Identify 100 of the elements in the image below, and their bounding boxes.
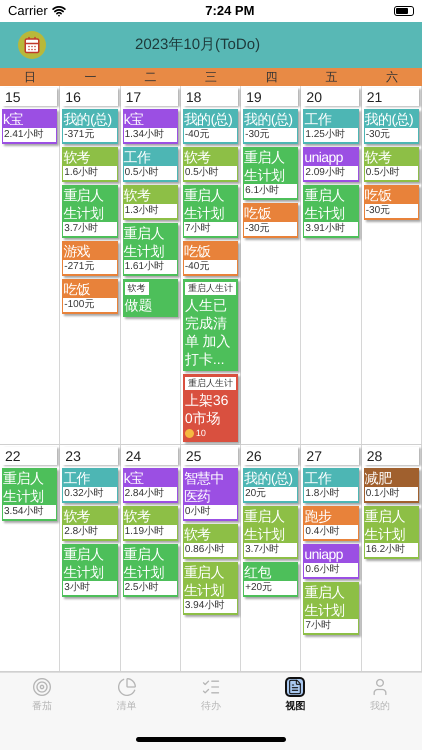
entry-card[interactable]: 软考 0.5小时	[182, 147, 238, 182]
date-label: 19	[243, 88, 298, 106]
entry-value: -30元	[364, 128, 418, 142]
entry-title: 重启人生计划	[3, 469, 44, 505]
entry-card[interactable]: 重启人生计划 3.7小时	[62, 185, 118, 238]
entry-card[interactable]: 智慧中医药 0小时	[182, 468, 238, 521]
entry-title: 重启人生计划	[63, 545, 104, 581]
entry-card[interactable]: 工作 1.25小时	[303, 109, 359, 144]
entry-card[interactable]: 重启人生计划 3.54小时	[2, 468, 58, 521]
badge-count: 10	[196, 428, 206, 439]
entry-title: k宝	[124, 469, 144, 487]
entry-card[interactable]: 红包 +20元	[243, 562, 298, 597]
entry-card[interactable]: 重启人生计划 1.61小时	[122, 223, 178, 276]
entry-title: 重启人生计划	[244, 148, 286, 184]
entry-card[interactable]: 重启人生计划 7小时	[303, 582, 359, 635]
entry-value: 3.7小时	[63, 222, 117, 236]
entry-title: 工作	[124, 148, 152, 166]
entry-value: 0.4小时	[304, 525, 358, 539]
date-label: 25	[182, 447, 238, 465]
todo-text: 上架360市场	[184, 391, 230, 427]
entry-card[interactable]: 工作 0.5小时	[122, 147, 178, 182]
entry-title: 吃饭	[184, 242, 212, 260]
entry-card[interactable]: 吃饭 -100元	[62, 279, 118, 314]
entry-value: 0.32小时	[63, 487, 117, 501]
entry-card[interactable]: 重启人生计划 2.5小时	[122, 544, 178, 597]
entry-card[interactable]: k宝 1.34小时	[122, 109, 178, 144]
entry-title: 游戏	[63, 242, 92, 260]
entry-title: 我的(总)	[63, 110, 113, 128]
todo-text: 人生已完成清单 加入打卡...	[184, 296, 232, 368]
entry-card[interactable]: 我的(总) -371元	[62, 109, 118, 144]
entry-card[interactable]: 软考 1.19小时	[122, 506, 178, 541]
entry-card[interactable]: 游戏 -271元	[62, 241, 118, 276]
entry-value: 0.5小时	[184, 166, 238, 180]
entry-title: 重启人生计划	[124, 224, 165, 260]
date-label: 20	[303, 88, 359, 106]
entry-card[interactable]: 重启人生计划 3.91小时	[303, 185, 359, 238]
weekday-label: 日	[24, 70, 36, 84]
date-label: 26	[243, 447, 298, 465]
entry-title: 软考	[124, 507, 152, 525]
entry-card[interactable]: uniapp 0.6小时	[303, 544, 359, 579]
entry-card[interactable]: 吃饭 -40元	[182, 241, 238, 276]
entry-value: 1.61小时	[124, 260, 177, 274]
entry-value: -30元	[364, 204, 418, 218]
entry-card[interactable]: 重启人生计划 3小时	[62, 544, 118, 597]
entry-card[interactable]: 重启人生计划 6.1小时	[243, 147, 298, 200]
calendar-icon	[23, 36, 41, 54]
todo-card[interactable]: 软考 做题	[122, 279, 178, 317]
calendar-button[interactable]	[18, 31, 46, 59]
entry-card[interactable]: uniapp 2.09小时	[303, 147, 359, 182]
entry-card[interactable]: 跑步 0.4小时	[303, 506, 359, 541]
entry-value: -30元	[244, 128, 298, 142]
entry-card[interactable]: k宝 2.41小时	[2, 109, 58, 144]
entry-card[interactable]: 重启人生计划 3.7小时	[243, 506, 298, 559]
entry-card[interactable]: 软考 1.6小时	[62, 147, 118, 182]
entry-title: 重启人生计划	[304, 583, 346, 619]
entry-card[interactable]: k宝 2.84小时	[122, 468, 178, 503]
date-label: 24	[122, 447, 178, 465]
entry-value: 1.3小时	[124, 204, 177, 218]
entry-value: -40元	[184, 260, 238, 274]
entry-card[interactable]: 软考 1.3小时	[122, 185, 178, 220]
entry-value: 0.1小时	[364, 487, 418, 501]
entry-card[interactable]: 软考 0.86小时	[182, 524, 238, 559]
entry-card[interactable]: 软考 2.8小时	[62, 506, 118, 541]
tab-item[interactable]: 视图	[253, 677, 338, 714]
entry-value: -271元	[63, 260, 117, 274]
entry-card[interactable]: 工作 1.8小时	[303, 468, 359, 503]
entry-card[interactable]: 重启人生计划 7小时	[182, 185, 238, 238]
entry-card[interactable]: 重启人生计划 3.94小时	[182, 562, 238, 615]
entry-title: 软考	[63, 148, 92, 166]
entry-card[interactable]: 我的(总) -30元	[243, 109, 298, 144]
entry-title: 重启人生计划	[364, 507, 406, 543]
entry-value: 3小时	[63, 581, 117, 595]
entry-title: 智慧中医药	[184, 469, 226, 505]
todo-card[interactable]: 重启人生计 人生已完成清单 加入打卡...	[182, 279, 238, 371]
entry-title: 跑步	[304, 507, 332, 525]
date-label: 22	[2, 447, 58, 465]
entry-title: 软考	[184, 148, 212, 166]
entry-title: 软考	[124, 186, 152, 204]
battery-icon	[394, 6, 414, 16]
entry-card[interactable]: 软考 0.5小时	[364, 147, 419, 182]
entry-card[interactable]: 我的(总) -30元	[364, 109, 419, 144]
entry-title: 重启人生计划	[184, 563, 226, 599]
entry-card[interactable]: 吃饭 -30元	[243, 203, 298, 238]
entry-card[interactable]: 我的(总) -40元	[182, 109, 238, 144]
entry-card[interactable]: 工作 0.32小时	[62, 468, 118, 503]
entry-title: 吃饭	[63, 280, 92, 298]
entry-card[interactable]: 吃饭 -30元	[364, 185, 419, 220]
date-label: 27	[303, 447, 359, 465]
entry-card[interactable]: 我的(总) 20元	[243, 468, 298, 503]
weekday-label: 五	[326, 70, 338, 84]
entry-value: 0小时	[184, 505, 238, 519]
date-label: 17	[122, 88, 178, 106]
todo-tag: 软考	[124, 282, 149, 295]
entry-card[interactable]: 重启人生计划 16.2小时	[364, 506, 419, 559]
entry-title: 软考	[184, 525, 212, 543]
entry-title: k宝	[3, 110, 24, 128]
entry-card[interactable]: 减肥 0.1小时	[364, 468, 419, 503]
entry-title: 重启人生计划	[184, 186, 226, 222]
todo-card[interactable]: 重启人生计 上架360市场 10	[182, 374, 238, 442]
entry-value: 3.94小时	[184, 599, 238, 613]
